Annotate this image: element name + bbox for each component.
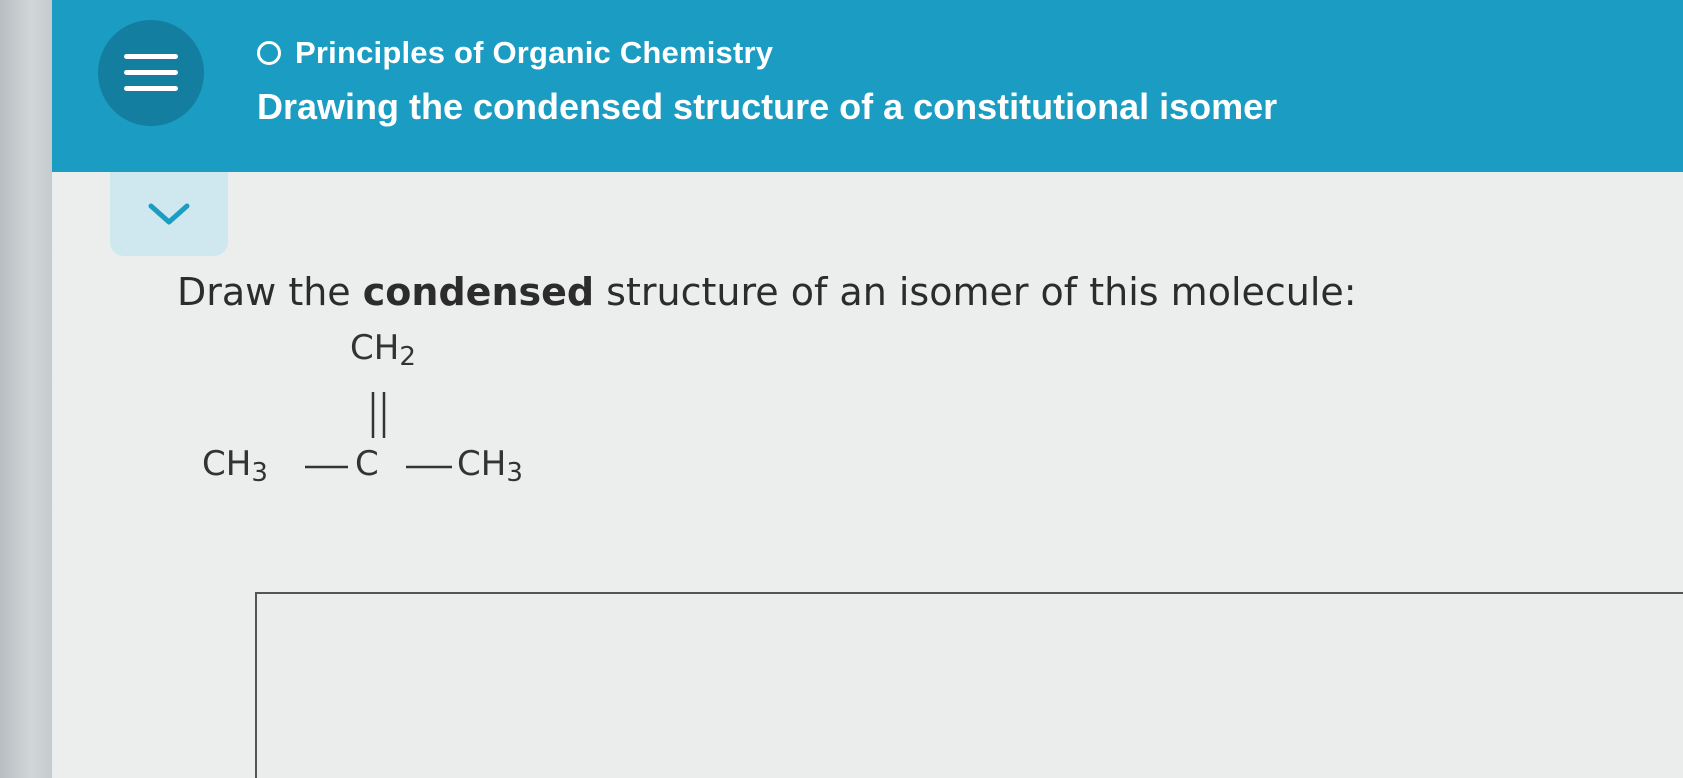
- app-screen: Principles of Organic Chemistry Drawing …: [52, 0, 1683, 778]
- topic-title: Drawing the condensed structure of a con…: [257, 86, 1278, 127]
- course-name: Principles of Organic Chemistry: [295, 35, 774, 70]
- chevron-down-icon: [148, 203, 190, 225]
- prompt-text-end: structure of an isomer of this molecule:: [594, 270, 1357, 314]
- atom-left-ch3: CH3: [202, 444, 268, 488]
- empty-circle-icon: [257, 41, 281, 65]
- molecule-structure: CH2 CH3 C CH3: [202, 320, 622, 520]
- atom-top-ch2: CH2: [350, 328, 416, 372]
- prompt-text-start: Draw the: [177, 270, 363, 314]
- course-breadcrumb: Principles of Organic Chemistry: [257, 28, 773, 78]
- question-prompt: Draw the condensed structure of an isome…: [177, 270, 1357, 314]
- atom-right-ch3: CH3: [457, 444, 523, 488]
- collapse-toggle[interactable]: [110, 172, 228, 256]
- atom-center-c: C: [355, 444, 379, 484]
- prompt-bold-word: condensed: [362, 270, 595, 314]
- menu-button[interactable]: [98, 20, 204, 126]
- screen-bezel: [0, 0, 52, 778]
- answer-drawing-area[interactable]: [255, 592, 1683, 778]
- header-bar: Principles of Organic Chemistry Drawing …: [52, 0, 1683, 172]
